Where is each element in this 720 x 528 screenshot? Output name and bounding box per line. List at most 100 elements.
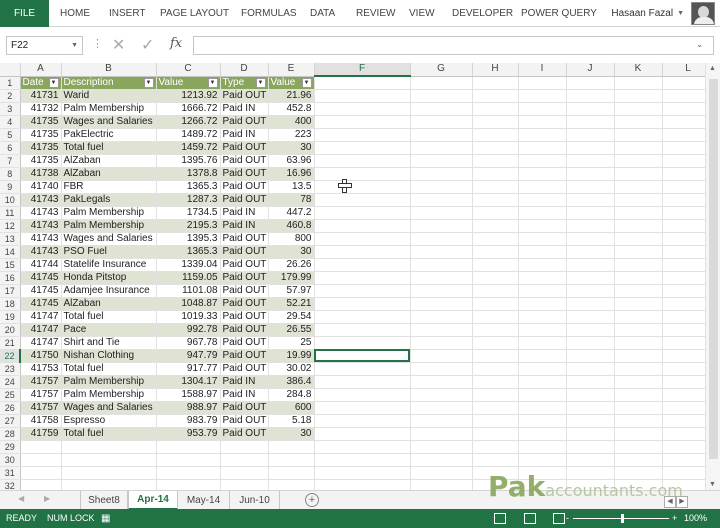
empty-cell[interactable] [220, 440, 269, 454]
empty-cell[interactable] [472, 427, 519, 441]
empty-cell[interactable] [410, 167, 473, 181]
table-cell[interactable]: 1213.92 [156, 89, 221, 103]
table-cell[interactable]: Shirt and Tie [61, 336, 157, 350]
column-header-e[interactable]: E [268, 63, 315, 77]
table-header-cell[interactable]: Date ▼ [20, 76, 62, 90]
empty-cell[interactable] [410, 271, 473, 285]
empty-cell[interactable] [614, 167, 663, 181]
table-cell[interactable]: 284.8 [268, 388, 315, 402]
table-cell[interactable]: Paid IN [220, 206, 269, 220]
table-cell[interactable]: 41758 [20, 414, 62, 428]
table-cell[interactable]: FBR [61, 180, 157, 194]
table-cell[interactable]: Total fuel [61, 362, 157, 376]
empty-cell[interactable] [61, 466, 157, 480]
empty-cell[interactable] [410, 89, 473, 103]
row-header[interactable]: 19 [0, 310, 21, 324]
empty-cell[interactable] [410, 180, 473, 194]
empty-cell[interactable] [518, 154, 567, 168]
row-header[interactable]: 12 [0, 219, 21, 233]
empty-cell[interactable] [518, 427, 567, 441]
empty-cell[interactable] [20, 466, 62, 480]
table-cell[interactable]: 52.21 [268, 297, 315, 311]
row-header[interactable]: 8 [0, 167, 21, 181]
empty-cell[interactable] [472, 453, 519, 467]
formula-input[interactable]: ⌄ [193, 36, 714, 55]
row-header[interactable]: 21 [0, 336, 21, 350]
table-cell[interactable]: Palm Membership [61, 388, 157, 402]
empty-cell[interactable] [614, 297, 663, 311]
tab-formulas[interactable]: FORMULAS [241, 0, 297, 27]
empty-cell[interactable] [472, 362, 519, 376]
table-cell[interactable]: 21.96 [268, 89, 315, 103]
empty-cell[interactable] [614, 323, 663, 337]
user-account[interactable]: Hasaan Fazal ▼ [611, 0, 684, 27]
table-cell[interactable]: Wages and Salaries [61, 232, 157, 246]
worksheet-grid[interactable]: ABCDEFGHIJKL 1 Date ▼ Description ▼ Value ▼ Typ… [0, 63, 712, 490]
empty-cell[interactable] [314, 258, 411, 272]
insert-function-icon[interactable]: fx [170, 36, 182, 51]
empty-cell[interactable] [472, 232, 519, 246]
empty-cell[interactable] [314, 193, 411, 207]
empty-cell[interactable] [410, 440, 473, 454]
row-header[interactable]: 28 [0, 427, 21, 441]
empty-cell[interactable] [518, 193, 567, 207]
table-cell[interactable]: 41735 [20, 128, 62, 142]
prev-sheet-icon[interactable]: ◀ [18, 494, 24, 503]
empty-cell[interactable] [472, 349, 519, 363]
empty-cell[interactable] [614, 271, 663, 285]
tab-insert[interactable]: INSERT [109, 0, 146, 27]
column-header-f[interactable]: F [314, 63, 411, 77]
empty-cell[interactable] [614, 336, 663, 350]
empty-cell[interactable] [566, 76, 615, 90]
row-header[interactable]: 10 [0, 193, 21, 207]
tab-developer[interactable]: DEVELOPER [452, 0, 513, 27]
empty-cell[interactable] [20, 479, 62, 490]
table-cell[interactable]: Paid OUT [220, 323, 269, 337]
empty-cell[interactable] [566, 388, 615, 402]
filter-dropdown-icon[interactable]: ▼ [143, 77, 154, 88]
table-cell[interactable]: Paid OUT [220, 154, 269, 168]
row-header[interactable]: 5 [0, 128, 21, 142]
row-header[interactable]: 4 [0, 115, 21, 129]
table-cell[interactable]: Paid IN [220, 375, 269, 389]
table-cell[interactable]: 41731 [20, 89, 62, 103]
table-cell[interactable]: 19.99 [268, 349, 315, 363]
row-header[interactable]: 26 [0, 401, 21, 415]
column-header-k[interactable]: K [614, 63, 663, 77]
table-cell[interactable]: 41744 [20, 258, 62, 272]
empty-cell[interactable] [314, 154, 411, 168]
table-cell[interactable]: 41743 [20, 232, 62, 246]
empty-cell[interactable] [410, 401, 473, 415]
table-cell[interactable]: 1266.72 [156, 115, 221, 129]
table-cell[interactable]: 1378.8 [156, 167, 221, 181]
row-header[interactable]: 25 [0, 388, 21, 402]
active-cell[interactable] [314, 349, 411, 363]
table-cell[interactable]: Honda Pitstop [61, 271, 157, 285]
table-cell[interactable]: 41750 [20, 349, 62, 363]
sheet-tab-apr-14[interactable]: Apr-14 [128, 491, 178, 510]
table-cell[interactable]: 947.79 [156, 349, 221, 363]
empty-cell[interactable] [566, 427, 615, 441]
row-header[interactable]: 2 [0, 89, 21, 103]
empty-cell[interactable] [518, 453, 567, 467]
filter-dropdown-icon[interactable]: ▼ [255, 77, 266, 88]
table-cell[interactable]: 1365.3 [156, 180, 221, 194]
empty-cell[interactable] [314, 180, 411, 194]
empty-cell[interactable] [314, 323, 411, 337]
table-cell[interactable]: 41745 [20, 271, 62, 285]
empty-cell[interactable] [566, 453, 615, 467]
empty-cell[interactable] [472, 414, 519, 428]
tab-home[interactable]: HOME [60, 0, 90, 27]
table-cell[interactable]: Paid OUT [220, 284, 269, 298]
table-cell[interactable]: Palm Membership [61, 102, 157, 116]
empty-cell[interactable] [566, 310, 615, 324]
empty-cell[interactable] [268, 453, 315, 467]
table-cell[interactable]: Paid OUT [220, 427, 269, 441]
empty-cell[interactable] [314, 297, 411, 311]
empty-cell[interactable] [614, 427, 663, 441]
table-cell[interactable]: 41743 [20, 193, 62, 207]
table-cell[interactable]: Paid IN [220, 128, 269, 142]
normal-view-icon[interactable] [494, 513, 506, 524]
tab-data[interactable]: DATA [310, 0, 335, 27]
empty-cell[interactable] [566, 193, 615, 207]
